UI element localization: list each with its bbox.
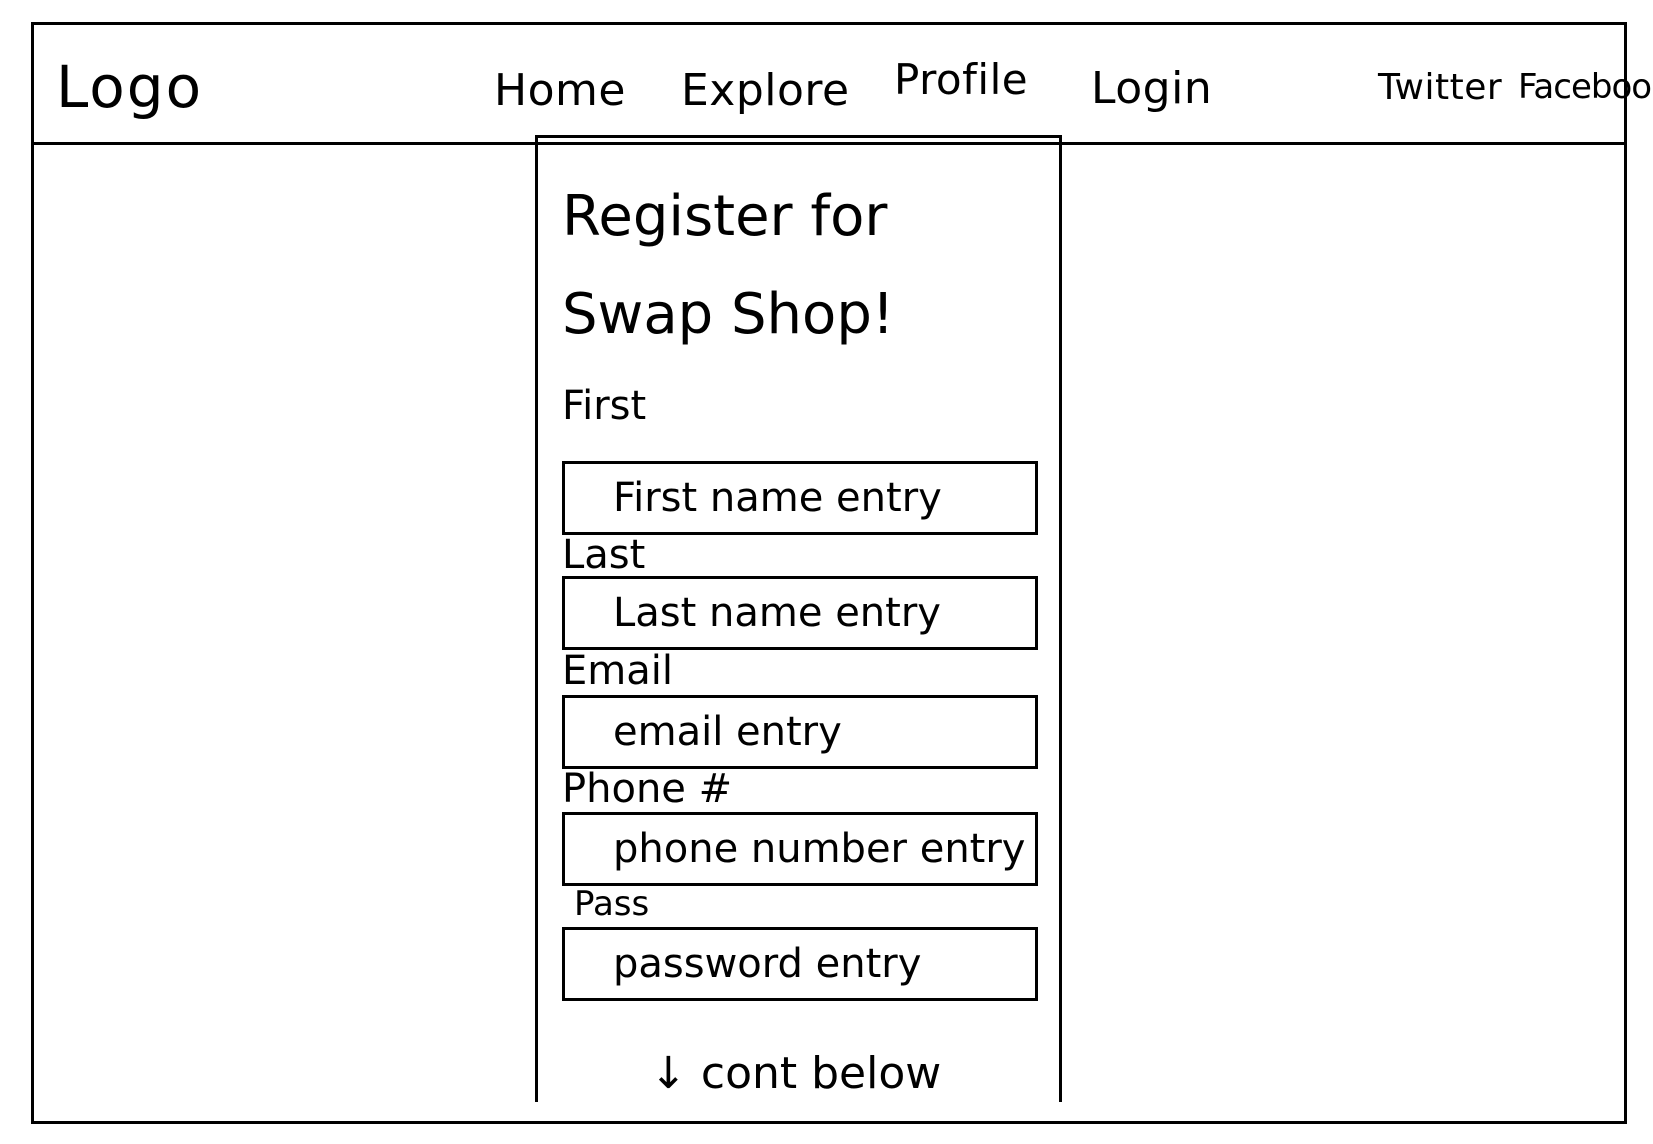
email-input[interactable] xyxy=(565,698,1035,766)
last-name-field[interactable] xyxy=(562,576,1038,650)
arrow-down-icon: ↓ xyxy=(650,1048,687,1099)
phone-field[interactable] xyxy=(562,812,1038,886)
social-link-twitter[interactable]: Twitter xyxy=(1378,67,1502,108)
phone-label: Phone # xyxy=(562,766,733,812)
nav-link-explore[interactable]: Explore xyxy=(681,65,850,116)
form-title: Register for Swap Shop! xyxy=(562,184,895,347)
logo[interactable]: Logo xyxy=(56,53,203,121)
email-label: Email xyxy=(562,648,673,694)
social-link-facebook[interactable]: Facebook xyxy=(1518,67,1653,107)
first-name-label: First xyxy=(562,383,647,429)
top-navbar: Logo Home Explore Profile Login Twitter … xyxy=(34,25,1653,145)
nav-link-profile[interactable]: Profile xyxy=(894,55,1028,104)
nav-link-home[interactable]: Home xyxy=(494,65,626,116)
first-name-field[interactable] xyxy=(562,461,1038,535)
continue-note: ↓ cont below xyxy=(650,1048,941,1099)
last-name-label: Last xyxy=(562,532,646,578)
password-label: Pass xyxy=(574,884,650,924)
nav-link-login[interactable]: Login xyxy=(1091,63,1212,114)
continue-note-label: cont below xyxy=(700,1048,942,1099)
email-field[interactable] xyxy=(562,695,1038,769)
first-name-input[interactable] xyxy=(565,464,1035,532)
register-panel: Register for Swap Shop! First Last Email… xyxy=(535,135,1062,1102)
phone-input[interactable] xyxy=(565,815,1035,883)
password-input[interactable] xyxy=(565,930,1035,998)
last-name-input[interactable] xyxy=(565,579,1035,647)
password-field[interactable] xyxy=(562,927,1038,1001)
